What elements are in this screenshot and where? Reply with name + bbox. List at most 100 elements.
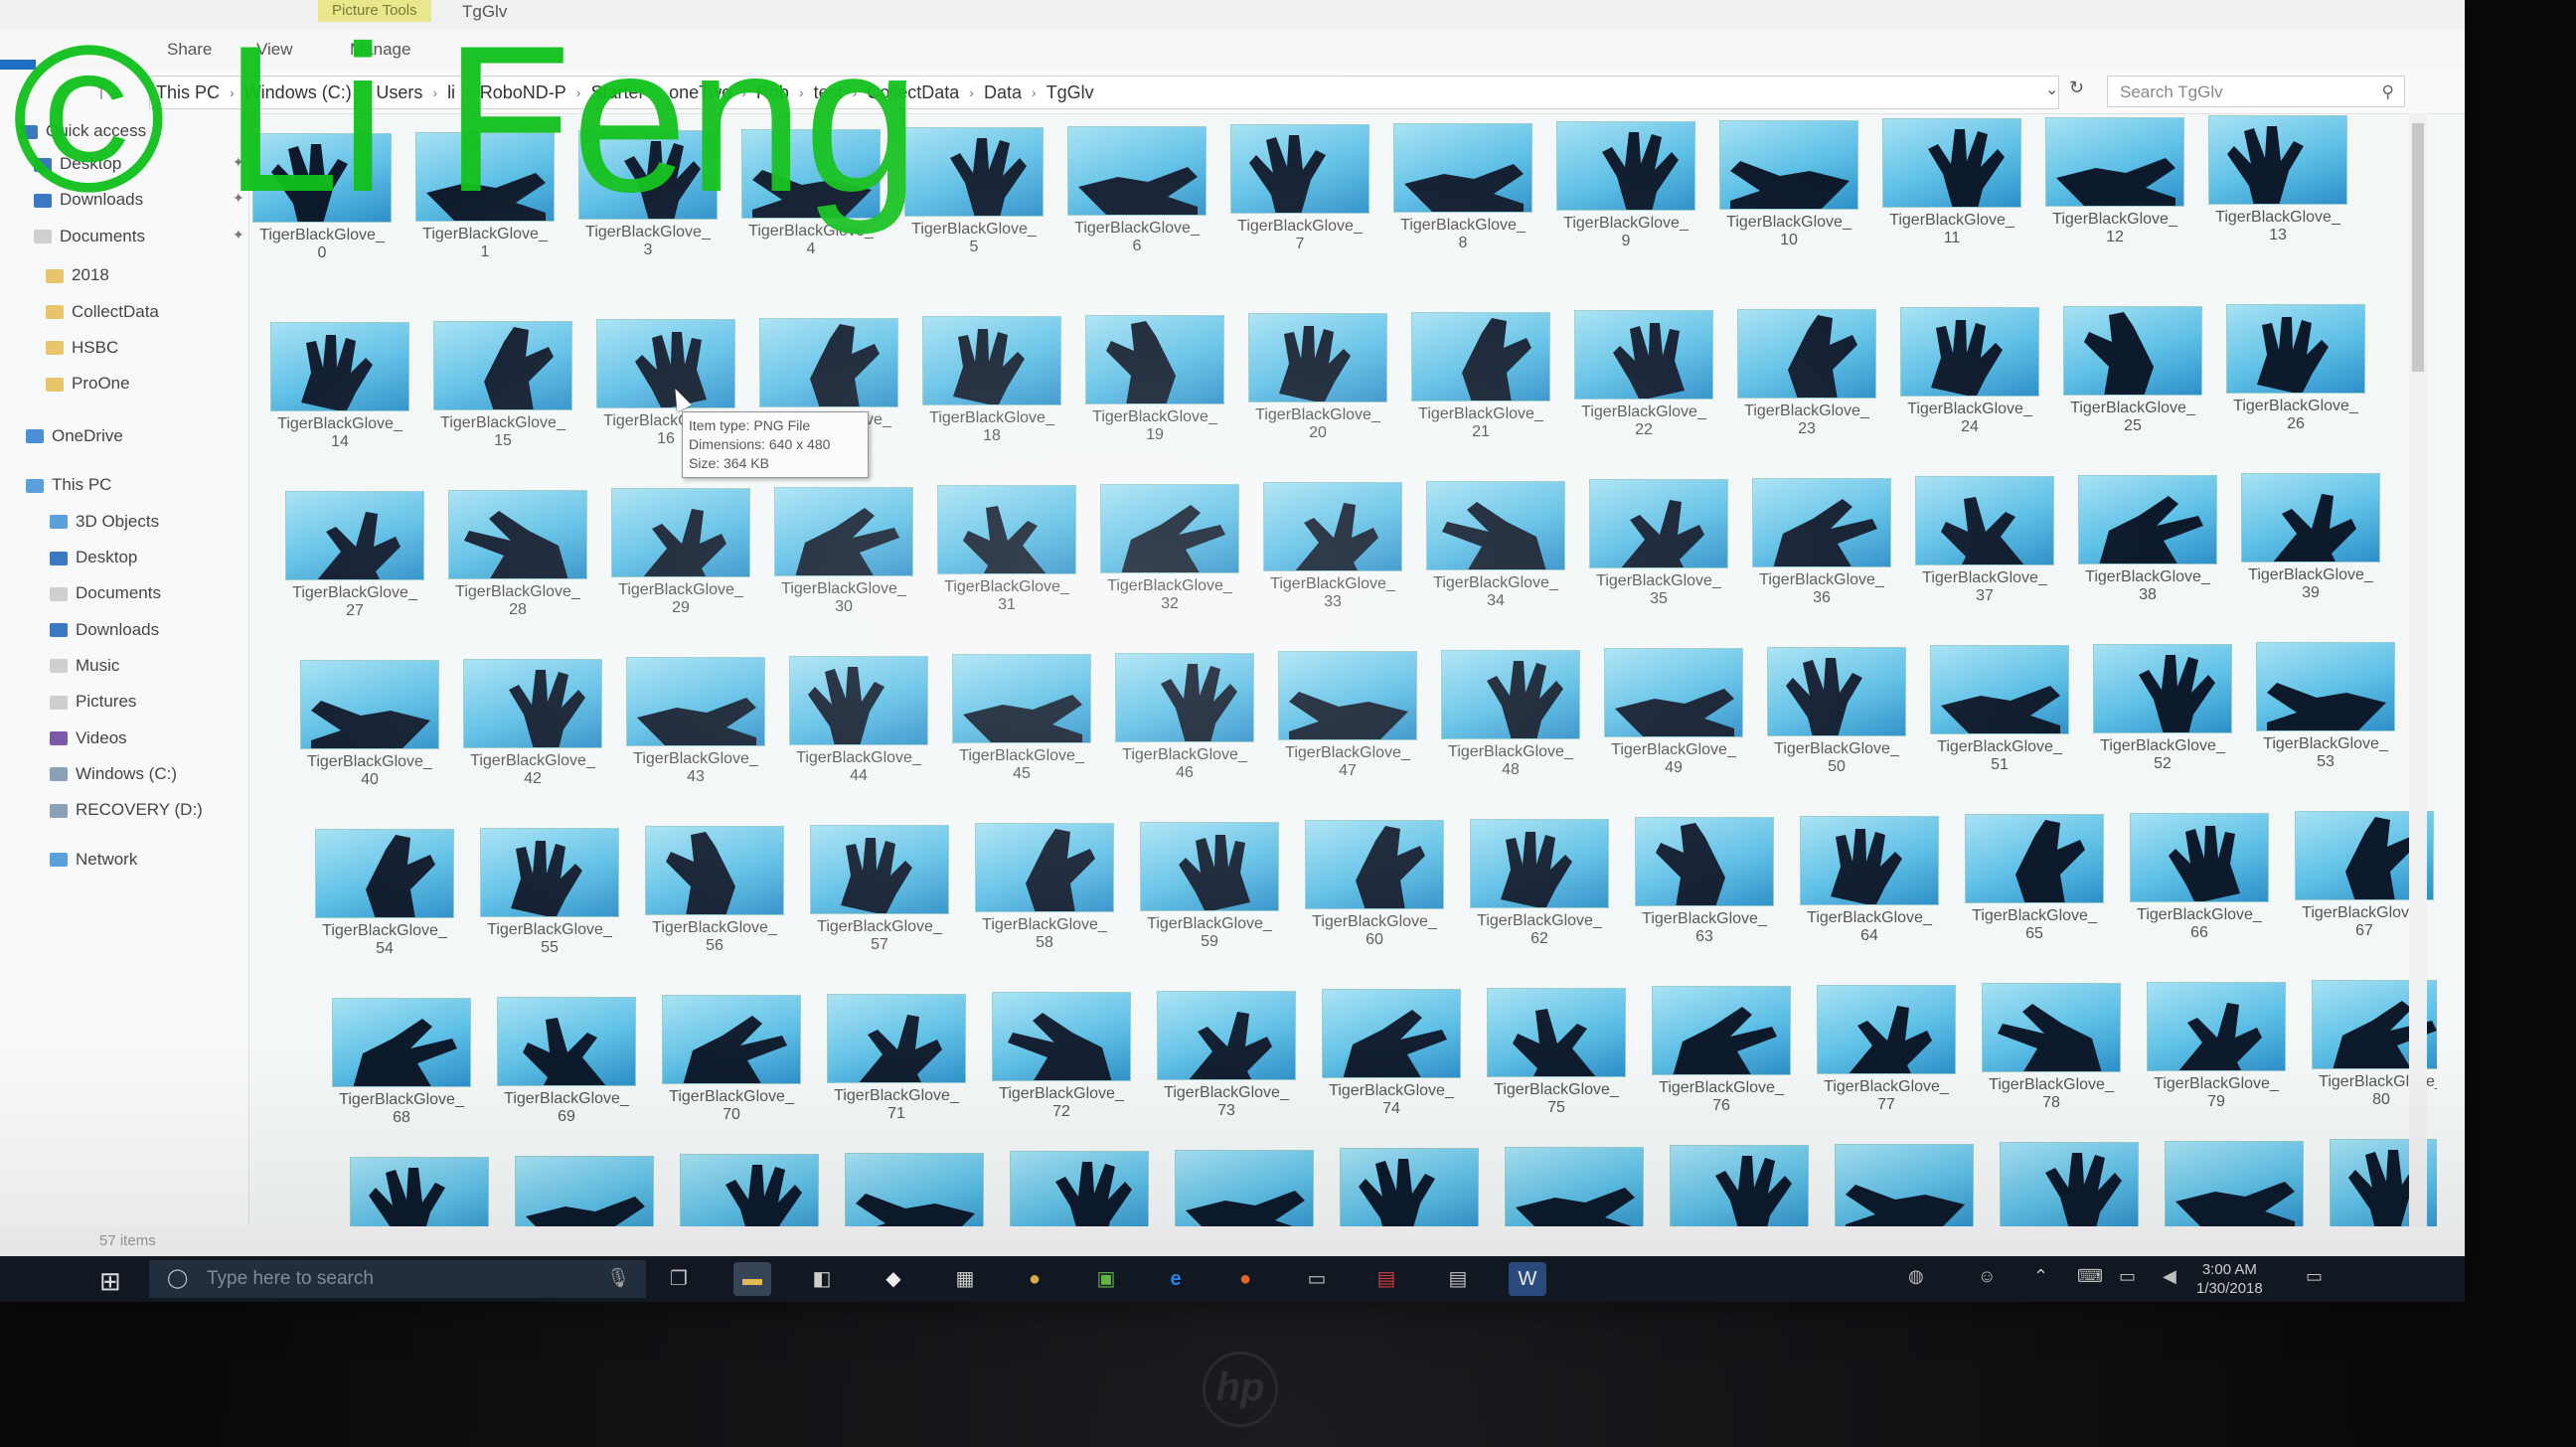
nav-item[interactable]: Videos [50,728,127,748]
file-name-number: 15 [494,431,512,449]
file-thumbnail [1470,818,1609,908]
file-name-label: TigerBlackGlove_ 37 [1905,569,2064,605]
glove-image [1121,504,1225,572]
nav-item[interactable]: 2018 [46,265,109,285]
nav-item[interactable]: Windows (C:) [50,764,177,784]
chevron-right-icon[interactable]: › [1028,84,1041,100]
file-explorer-icon[interactable]: ▬ [733,1262,771,1296]
volume-icon[interactable]: ◀ [2163,1266,2176,1287]
nav-item[interactable]: Network [50,850,137,870]
microphone-icon[interactable]: 🎙 [606,1260,630,1298]
file-thumbnail [1140,821,1279,911]
file-name-prefix: TigerBlackGlove_ [1074,219,1200,237]
spreadsheet-icon[interactable]: ▣ [1087,1262,1125,1296]
search-input[interactable]: Search TgGlv ⚲ [2107,76,2405,107]
glove-image [841,837,912,913]
nav-item[interactable]: CollectData [46,302,159,322]
pdf-icon[interactable]: ▤ [1368,1262,1405,1296]
tooltip-item-type: Item type: PNG File [689,417,811,433]
firefox-icon[interactable]: ● [1226,1262,1264,1296]
document-icon[interactable]: ▤ [1439,1262,1477,1296]
chevron-right-icon[interactable]: › [965,84,978,100]
file-thumbnail [2000,1142,2139,1226]
file-name-prefix: TigerBlackGlove_ [1448,742,1573,760]
file-thumbnail [1752,477,1891,567]
breadcrumb-item[interactable]: TgGlv [1041,82,1100,103]
file-thumbnail [1487,987,1626,1077]
file-name-prefix: TigerBlackGlove_ [1989,1076,2114,1093]
nav-item[interactable]: Pictures [50,692,136,712]
edge-icon[interactable]: e [1157,1262,1195,1296]
file-name-number: 13 [2269,227,2287,243]
glove-image [1673,1007,1777,1074]
cortana-circle-icon: ◯ [167,1268,189,1289]
file-name-number: 18 [983,427,1001,444]
nav-item[interactable]: Music [50,656,119,676]
file-name-label: TigerBlackGlove_ 54 [305,922,464,958]
chevron-up-icon[interactable]: ⌃ [2033,1266,2048,1287]
file-thumbnail [992,992,1131,1081]
file-name-label: TigerBlackGlove_ 27 [275,584,434,620]
task-view-icon[interactable]: ❐ [660,1262,698,1296]
file-name-prefix: TigerBlackGlove_ [470,751,595,769]
image-viewer-icon[interactable]: ▭ [1298,1262,1336,1296]
network-icon[interactable]: ▭ [2119,1266,2136,1287]
file-name-number: 33 [1324,593,1342,610]
file-name-number: 69 [558,1107,575,1125]
file-thumbnail [1635,817,1774,906]
glove-image [2045,1153,2122,1226]
file-thumbnail [1067,125,1207,216]
nav-item[interactable]: OneDrive [26,426,123,446]
calculator-icon[interactable]: ▦ [946,1262,984,1296]
keyboard-icon[interactable]: ⌨ [2077,1266,2103,1287]
chevron-down-icon[interactable]: ⌄ [2045,80,2058,99]
nav-item[interactable]: Desktop [50,548,137,567]
file-name-number: 3 [643,241,653,258]
glove-image [2273,494,2356,562]
nav-item[interactable]: 3D Objects [50,512,159,532]
globe-icon[interactable]: ◍ [1908,1266,1924,1287]
nav-item[interactable]: This PC [26,475,111,495]
file-name-label: TigerBlackGlove_ 6 [1057,220,1216,255]
nav-item[interactable]: ProOne [46,374,130,394]
windows-start-icon[interactable]: ⊞ [99,1266,121,1297]
file-thumbnail [1652,986,1791,1075]
scroll-thumb[interactable] [2412,123,2424,372]
file-name-label: TigerBlackGlove_ 14 [260,415,419,451]
file-name-prefix: TigerBlackGlove_ [1092,407,1217,425]
nav-item[interactable]: Downloads [50,620,159,640]
folder-icon [50,659,68,674]
file-thumbnail [827,993,966,1083]
glove-image [1602,132,1679,210]
taskbar-search-input[interactable]: ◯ Type here to search 🎙 [149,1260,646,1298]
nav-item[interactable]: RECOVERY (D:) [50,800,203,820]
file-name-number: 0 [317,244,327,261]
nav-item[interactable]: Documents [50,583,161,603]
tooltip-size: Size: 364 KB [689,455,769,471]
glove-image [1249,135,1326,213]
file-name-number: 8 [1458,234,1468,251]
store-icon[interactable]: ◧ [803,1262,841,1296]
glove-image [1356,826,1425,908]
file-name-label: TigerBlackGlove_ 55 [470,921,629,957]
glove-image [1849,1005,1932,1073]
word-icon[interactable]: W [1509,1262,1546,1296]
nav-item[interactable]: HSBC [46,338,118,358]
file-name-number: 72 [1052,1103,1070,1120]
file-name-prefix: TigerBlackGlove_ [652,919,777,936]
scrollbar[interactable] [2409,113,2427,1226]
file-thumbnail [774,486,913,576]
glove-image [1516,1187,1635,1226]
refresh-icon[interactable]: ↻ [2069,78,2084,98]
people-icon[interactable]: ☺ [1978,1266,1996,1287]
file-name-label: TigerBlackGlove_ 32 [1090,577,1249,613]
file-thumbnail [1085,314,1224,404]
file-name-prefix: TigerBlackGlove_ [1270,575,1395,592]
system-clock[interactable]: 3:00 AM 1/30/2018 [2196,1260,2263,1298]
notification-icon[interactable]: ▭ [2306,1266,2323,1287]
breadcrumb-item[interactable]: Data [978,82,1028,103]
file-name-prefix: TigerBlackGlove_ [1237,218,1363,235]
chrome-icon[interactable]: ● [1016,1262,1053,1296]
git-icon[interactable]: ◆ [875,1262,912,1296]
file-name-number: 43 [687,768,705,785]
